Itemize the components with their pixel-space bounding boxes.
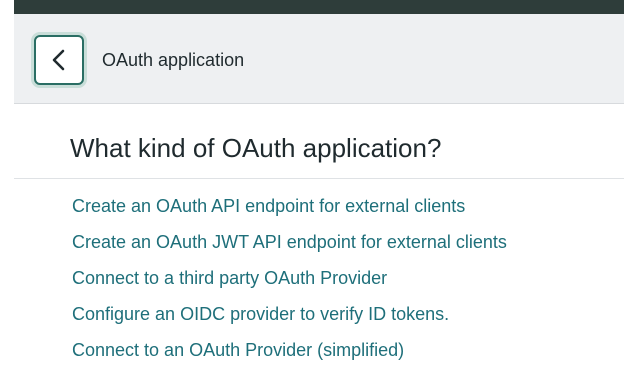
option-connect-third-party-provider-link[interactable]: Connect to a third party OAuth Provider <box>72 268 387 288</box>
back-button[interactable] <box>34 35 84 85</box>
section-heading: What kind of OAuth application? <box>70 133 442 163</box>
page-title: OAuth application <box>102 50 245 70</box>
option-configure-oidc-provider-link[interactable]: Configure an OIDC provider to verify ID … <box>72 304 449 324</box>
chevron-left-icon <box>50 49 68 71</box>
list-item: Connect to an OAuth Provider (simplified… <box>72 332 507 368</box>
oauth-type-list: Create an OAuth API endpoint for externa… <box>72 188 507 368</box>
list-item: Create an OAuth API endpoint for externa… <box>72 188 507 224</box>
option-create-oauth-jwt-api-endpoint-link[interactable]: Create an OAuth JWT API endpoint for ext… <box>72 232 507 252</box>
top-bar <box>14 0 624 14</box>
option-create-oauth-api-endpoint-link[interactable]: Create an OAuth API endpoint for externa… <box>72 196 465 216</box>
list-item: Create an OAuth JWT API endpoint for ext… <box>72 224 507 260</box>
divider <box>14 178 624 179</box>
page-header: OAuth application <box>14 14 624 104</box>
list-item: Configure an OIDC provider to verify ID … <box>72 296 507 332</box>
list-item: Connect to a third party OAuth Provider <box>72 260 507 296</box>
option-connect-oauth-provider-simplified-link[interactable]: Connect to an OAuth Provider (simplified… <box>72 340 404 360</box>
